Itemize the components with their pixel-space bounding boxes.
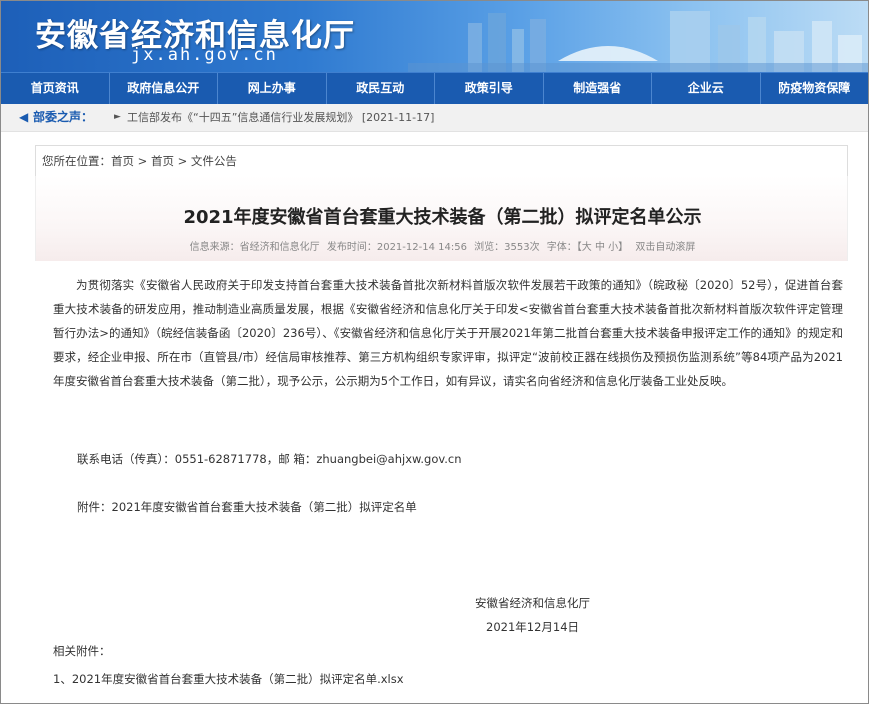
breadcrumb[interactable]: 您所在位置：首页 > 首页 > 文件公告 — [35, 145, 848, 176]
notice-label: 部委之声： — [33, 110, 94, 124]
article-paragraph: 为贯彻落实《安徽省人民政府关于印发支持首台套重大技术装备首批次新材料首版次软件发… — [53, 278, 843, 388]
main-nav: 首页资讯 政府信息公开 网上办事 政民互动 政策引导 制造强省 企业云 防疫物资… — [1, 72, 868, 104]
speaker-icon: ◀ — [19, 110, 29, 124]
arrow-right-icon: ► — [114, 112, 121, 122]
nav-item-enterprise-cloud[interactable]: 企业云 — [652, 73, 761, 104]
nav-item-gov-info[interactable]: 政府信息公开 — [110, 73, 218, 104]
attachment-note: 附件：2021年度安徽省首台套重大技术装备（第二批）拟评定名单 — [77, 500, 417, 514]
signature-org: 安徽省经济和信息化厅 — [475, 596, 590, 610]
article-body: 为贯彻落实《安徽省人民政府关于印发支持首台套重大技术装备首批次新材料首版次软件发… — [53, 273, 843, 393]
meta-views: 浏览：3553次 — [474, 242, 540, 253]
nav-item-online-service[interactable]: 网上办事 — [218, 73, 327, 104]
city-skyline-image — [408, 11, 868, 72]
page-frame: 安徽省经济和信息化厅 jx.ah.gov.cn 首页资讯 政府信息公开 网上办事… — [0, 0, 869, 704]
signature-date: 2021年12月14日 — [486, 620, 580, 634]
meta-source: 信息来源：省经济和信息化厅 — [189, 242, 320, 253]
notice-link[interactable]: 工信部发布《“十四五”信息通信行业发展规划》 [2021-11-17] — [127, 104, 434, 131]
article-meta: 信息来源：省经济和信息化厅 发布时间：2021-12-14 14:56 浏览：3… — [36, 238, 849, 253]
notice-bar: ◀ 部委之声： ► 工信部发布《“十四五”信息通信行业发展规划》 [2021-1… — [1, 104, 868, 132]
contact-info: 联系电话（传真）：0551-62871778，邮 箱：zhuangbei@ahj… — [77, 452, 462, 466]
related-attachment-link[interactable]: 1、2021年度安徽省首台套重大技术装备（第二批）拟评定名单.xlsx — [53, 671, 404, 687]
auto-scroll-hint: 双击自动滚屏 — [635, 242, 696, 253]
article-header: 2021年度安徽省首台套重大技术装备（第二批）拟评定名单公示 信息来源：省经济和… — [35, 176, 848, 261]
font-size-control[interactable]: 字体：【大 中 小】 — [547, 242, 628, 253]
nav-item-policy[interactable]: 政策引导 — [435, 73, 544, 104]
nav-item-interaction[interactable]: 政民互动 — [327, 73, 435, 104]
attachment-file-link[interactable]: 1、2021年度安徽省首台套重大技术装备（第二批）拟评定名单.xlsx — [53, 672, 404, 686]
nav-item-home-news[interactable]: 首页资讯 — [1, 73, 110, 104]
nav-item-epidemic-supplies[interactable]: 防疫物资保障 — [761, 73, 869, 104]
related-attachments-label: 相关附件： — [53, 644, 111, 658]
nav-item-manufacturing[interactable]: 制造强省 — [544, 73, 652, 104]
page-title: 2021年度安徽省首台套重大技术装备（第二批）拟评定名单公示 — [183, 207, 702, 228]
site-domain: jx.ah.gov.cn — [131, 45, 278, 65]
header-banner: 安徽省经济和信息化厅 jx.ah.gov.cn — [1, 1, 868, 72]
meta-time: 发布时间：2021-12-14 14:56 — [326, 242, 467, 253]
